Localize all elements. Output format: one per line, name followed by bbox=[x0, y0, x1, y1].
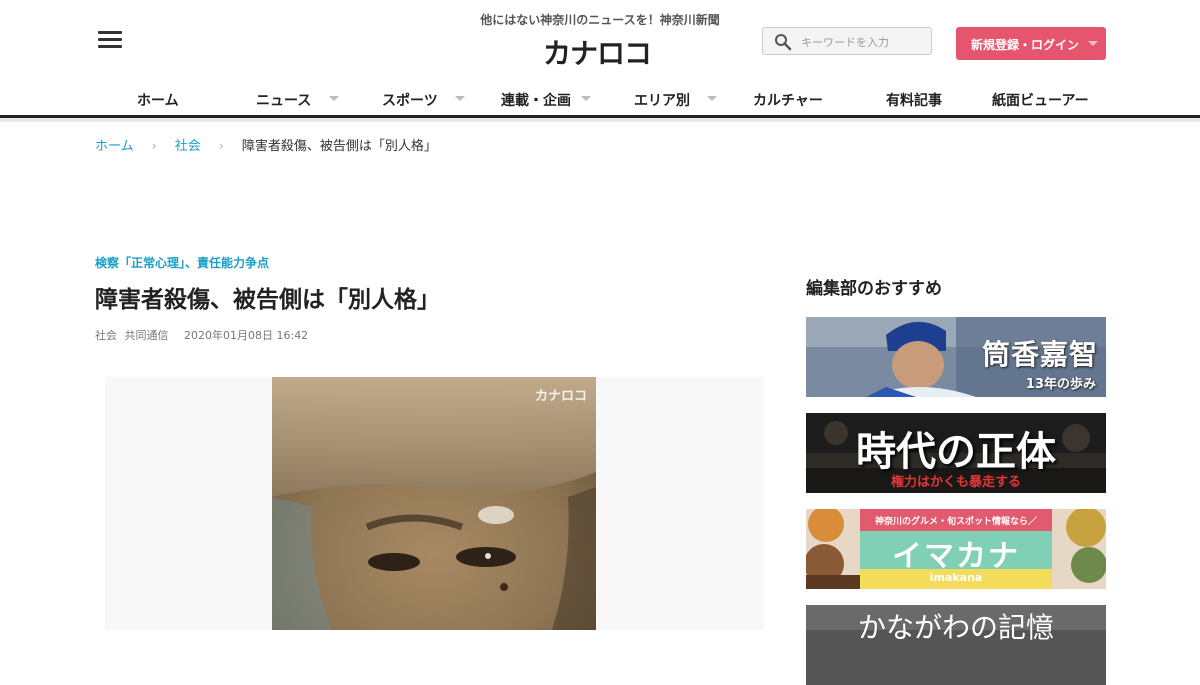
portrait-image bbox=[272, 377, 596, 630]
login-label: 新規登録・ログイン bbox=[971, 38, 1080, 52]
chevron-down-icon bbox=[581, 96, 591, 101]
chevron-right-icon: › bbox=[218, 139, 224, 153]
nav-item-premium[interactable]: 有料記事 bbox=[886, 84, 956, 114]
nav-item-label: ニュース bbox=[256, 93, 312, 109]
chevron-down-icon bbox=[329, 96, 339, 101]
article-date: 2020年01月08日 16:42 bbox=[184, 329, 309, 342]
nav-item-area[interactable]: エリア別 bbox=[634, 84, 724, 114]
nav-item-home[interactable]: ホーム bbox=[137, 84, 217, 114]
site-header: 他にはない神奈川のニュースを！神奈川新聞 カナロコ 新規登録・ログイン ホーム … bbox=[0, 0, 1200, 118]
banner-subtitle: 権力はかくも暴走する bbox=[890, 475, 1021, 490]
breadcrumb-category[interactable]: 社会 bbox=[175, 139, 201, 154]
banner-kanagawa-no-kioku[interactable]: かながわの記憶 bbox=[806, 605, 1106, 685]
nav-item-label: エリア別 bbox=[634, 93, 690, 109]
breadcrumb-current: 障害者殺傷、被告側は「別人格」 bbox=[241, 139, 437, 154]
nav-item-news[interactable]: ニュース bbox=[256, 84, 346, 114]
search-icon[interactable] bbox=[774, 33, 792, 51]
chevron-down-icon bbox=[1088, 41, 1098, 46]
nav-item-series[interactable]: 連載・企画 bbox=[501, 84, 596, 114]
banner-romaji: imakana bbox=[929, 571, 983, 584]
search-box[interactable] bbox=[762, 27, 932, 55]
banner-imakana[interactable]: 神奈川のグルメ・旬スポット情報なら／ イマカナ imakana bbox=[806, 509, 1106, 589]
banner-title: 時代の正体 bbox=[856, 428, 1056, 475]
article-title: 障害者殺傷、被告側は「別人格」 bbox=[95, 287, 440, 313]
banner-title: かながわの記憶 bbox=[857, 611, 1054, 644]
banner-subtitle: 神奈川のグルメ・旬スポット情報なら／ bbox=[874, 517, 1037, 527]
nav-item-label: ホーム bbox=[137, 93, 179, 109]
header-divider bbox=[0, 118, 1200, 122]
banner-tsutsugo[interactable]: 筒香嘉智 13年の歩み bbox=[806, 317, 1106, 397]
nav-item-label: 連載・企画 bbox=[501, 93, 571, 109]
banner-subtitle: 13年の歩み bbox=[1025, 377, 1096, 392]
chevron-right-icon: › bbox=[151, 139, 157, 153]
nav-item-culture[interactable]: カルチャー bbox=[753, 84, 833, 114]
nav-item-label: 紙面ビューアー bbox=[992, 93, 1089, 109]
nav-item-label: スポーツ bbox=[382, 93, 438, 109]
chevron-down-icon bbox=[707, 96, 717, 101]
banner-jidai-no-shotai[interactable]: 時代の正体 権力はかくも暴走する bbox=[806, 413, 1106, 493]
login-button[interactable]: 新規登録・ログイン bbox=[956, 27, 1106, 60]
breadcrumb-home[interactable]: ホーム bbox=[95, 139, 134, 154]
article-source: 共同通信 bbox=[124, 329, 169, 342]
breadcrumb: ホーム › 社会 › 障害者殺傷、被告側は「別人格」 bbox=[95, 135, 437, 154]
banner-title: イマカナ bbox=[892, 539, 1020, 574]
main-nav: ホーム ニュース スポーツ 連載・企画 エリア別 カルチャー 有料記事 紙面ビュ… bbox=[80, 84, 1120, 114]
banner-title: 筒香嘉智 bbox=[981, 338, 1098, 371]
nav-item-label: 有料記事 bbox=[886, 93, 942, 109]
nav-item-label: カルチャー bbox=[753, 93, 823, 109]
nav-item-sports[interactable]: スポーツ bbox=[382, 84, 472, 114]
sidebar-heading: 編集部のおすすめ bbox=[806, 279, 942, 299]
site-tagline: 他にはない神奈川のニュースを！神奈川新聞 bbox=[480, 13, 720, 27]
article-category[interactable]: 社会 bbox=[95, 329, 117, 342]
chevron-down-icon bbox=[455, 96, 465, 101]
nav-item-viewer[interactable]: 紙面ビューアー bbox=[992, 84, 1102, 114]
article-photo[interactable]: カナロコ bbox=[272, 377, 596, 630]
article-meta: 社会 共同通信 2020年01月08日 16:42 bbox=[95, 327, 320, 343]
article-kicker: 検察「正常心理」、責任能力争点 bbox=[95, 256, 270, 270]
search-input[interactable] bbox=[801, 32, 926, 52]
photo-watermark: カナロコ bbox=[534, 389, 587, 404]
